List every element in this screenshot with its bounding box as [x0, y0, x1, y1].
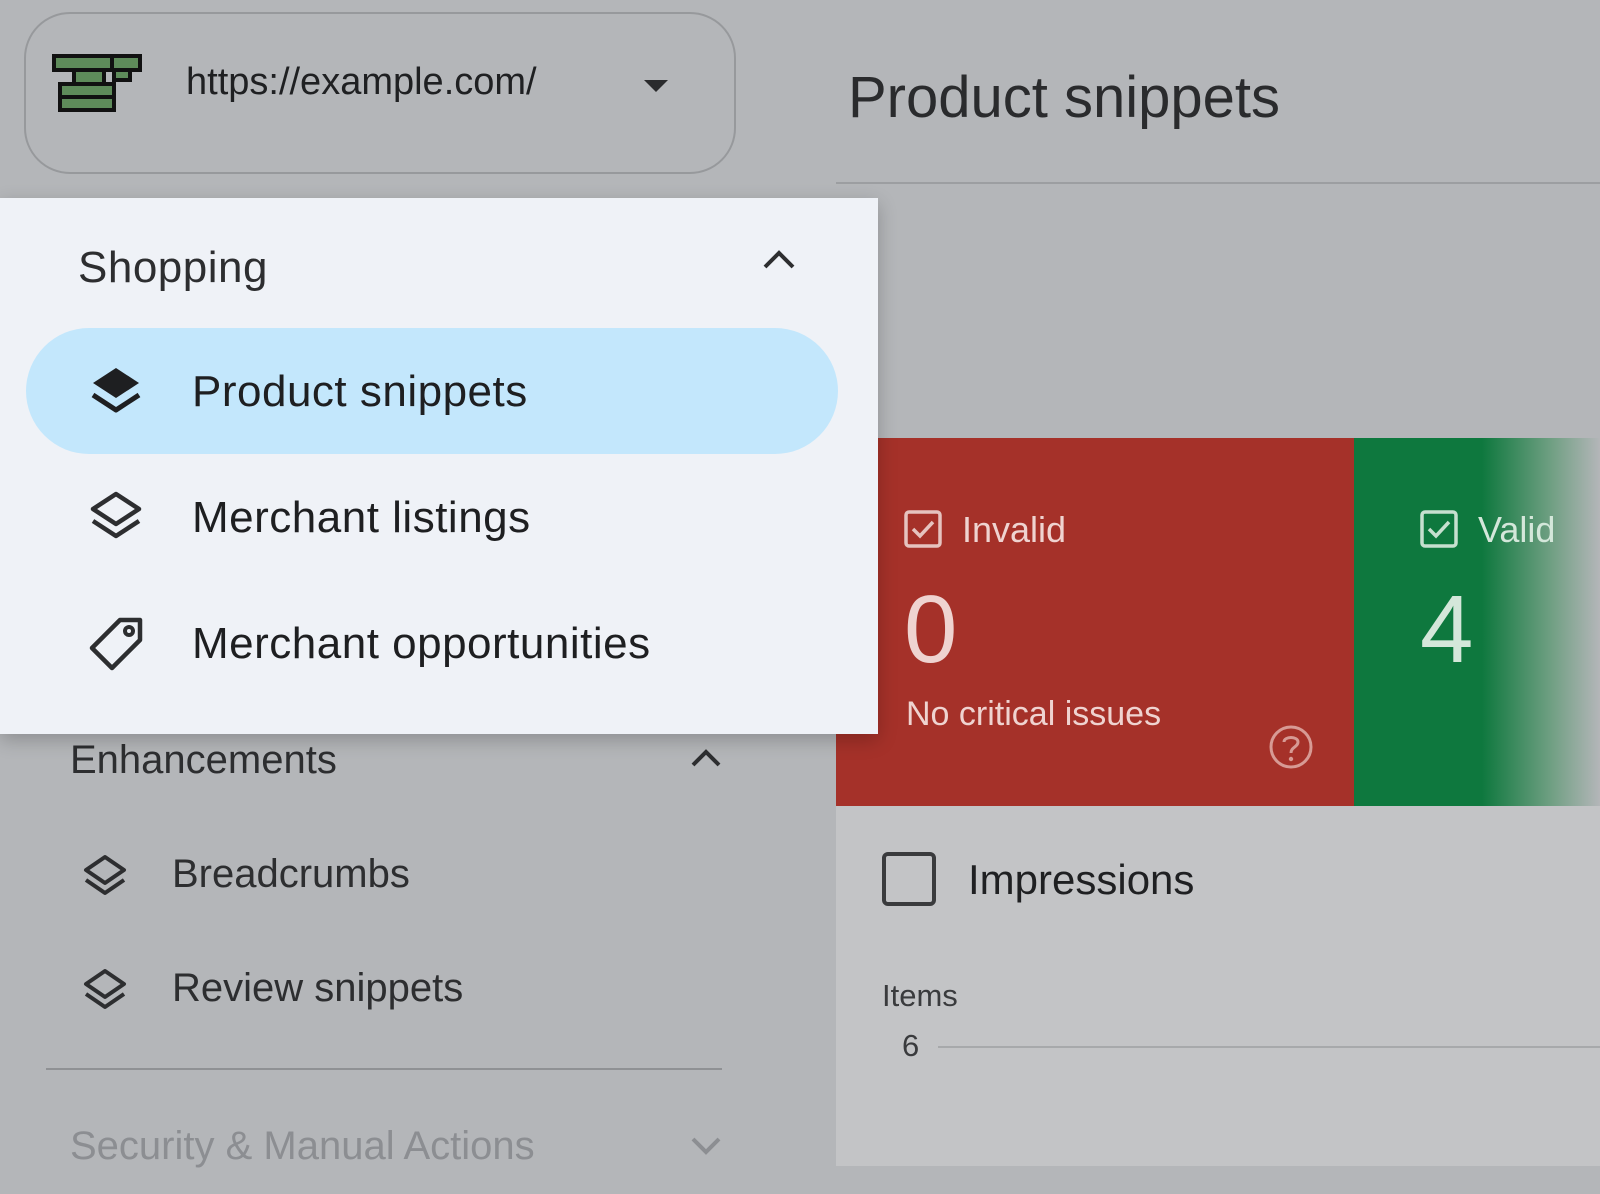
invalid-subtext: No critical issues [906, 695, 1162, 733]
menu-item-merchant-opportunities[interactable]: Merchant opportunities [26, 580, 838, 706]
invalid-label: Invalid [962, 509, 1067, 550]
impressions-checkbox[interactable] [882, 852, 936, 906]
page-title: Product snippets [848, 65, 1281, 130]
breadcrumbs-layers-icon [84, 855, 126, 895]
dropdown-caret-icon[interactable] [642, 78, 670, 94]
valid-checkbox-icon[interactable] [1420, 510, 1458, 548]
chevron-up-icon[interactable] [690, 748, 722, 768]
chevron-down-icon[interactable] [690, 1136, 722, 1156]
shopping-menu-header[interactable]: Shopping [78, 242, 268, 294]
menu-item-product-snippets[interactable]: Product snippets [26, 328, 838, 454]
menu-item-label: Product snippets [192, 367, 528, 416]
layers-filled-icon [91, 368, 141, 413]
chevron-up-icon[interactable] [762, 248, 796, 270]
enhancements-header[interactable]: Enhancements [70, 736, 337, 784]
sidebar-item-breadcrumbs[interactable]: Breadcrumbs [172, 850, 410, 898]
invalid-checkbox-icon[interactable] [904, 510, 942, 548]
tag-icon [89, 617, 143, 671]
sidebar-divider [46, 1068, 722, 1070]
site-logo-icon [52, 54, 142, 112]
invalid-count: 0 [904, 576, 958, 683]
y-axis-label: Items [882, 978, 958, 1013]
chart-gridline [938, 1046, 1600, 1048]
valid-label: Valid [1478, 509, 1556, 550]
security-header[interactable]: Security & Manual Actions [70, 1122, 535, 1170]
y-axis-tick: 6 [902, 1028, 920, 1063]
layers-icon [90, 491, 142, 539]
help-icon[interactable] [1268, 724, 1314, 770]
valid-card[interactable] [1354, 438, 1600, 806]
sidebar-item-review-snippets[interactable]: Review snippets [172, 964, 463, 1012]
menu-item-label: Merchant opportunities [192, 619, 651, 668]
menu-item-label: Merchant listings [192, 493, 531, 542]
impressions-label: Impressions [968, 856, 1195, 903]
menu-item-merchant-listings[interactable]: Merchant listings [26, 454, 838, 580]
review-snippets-layers-icon [84, 969, 126, 1009]
property-url: https://example.com/ [186, 61, 537, 103]
valid-count: 4 [1420, 576, 1474, 683]
